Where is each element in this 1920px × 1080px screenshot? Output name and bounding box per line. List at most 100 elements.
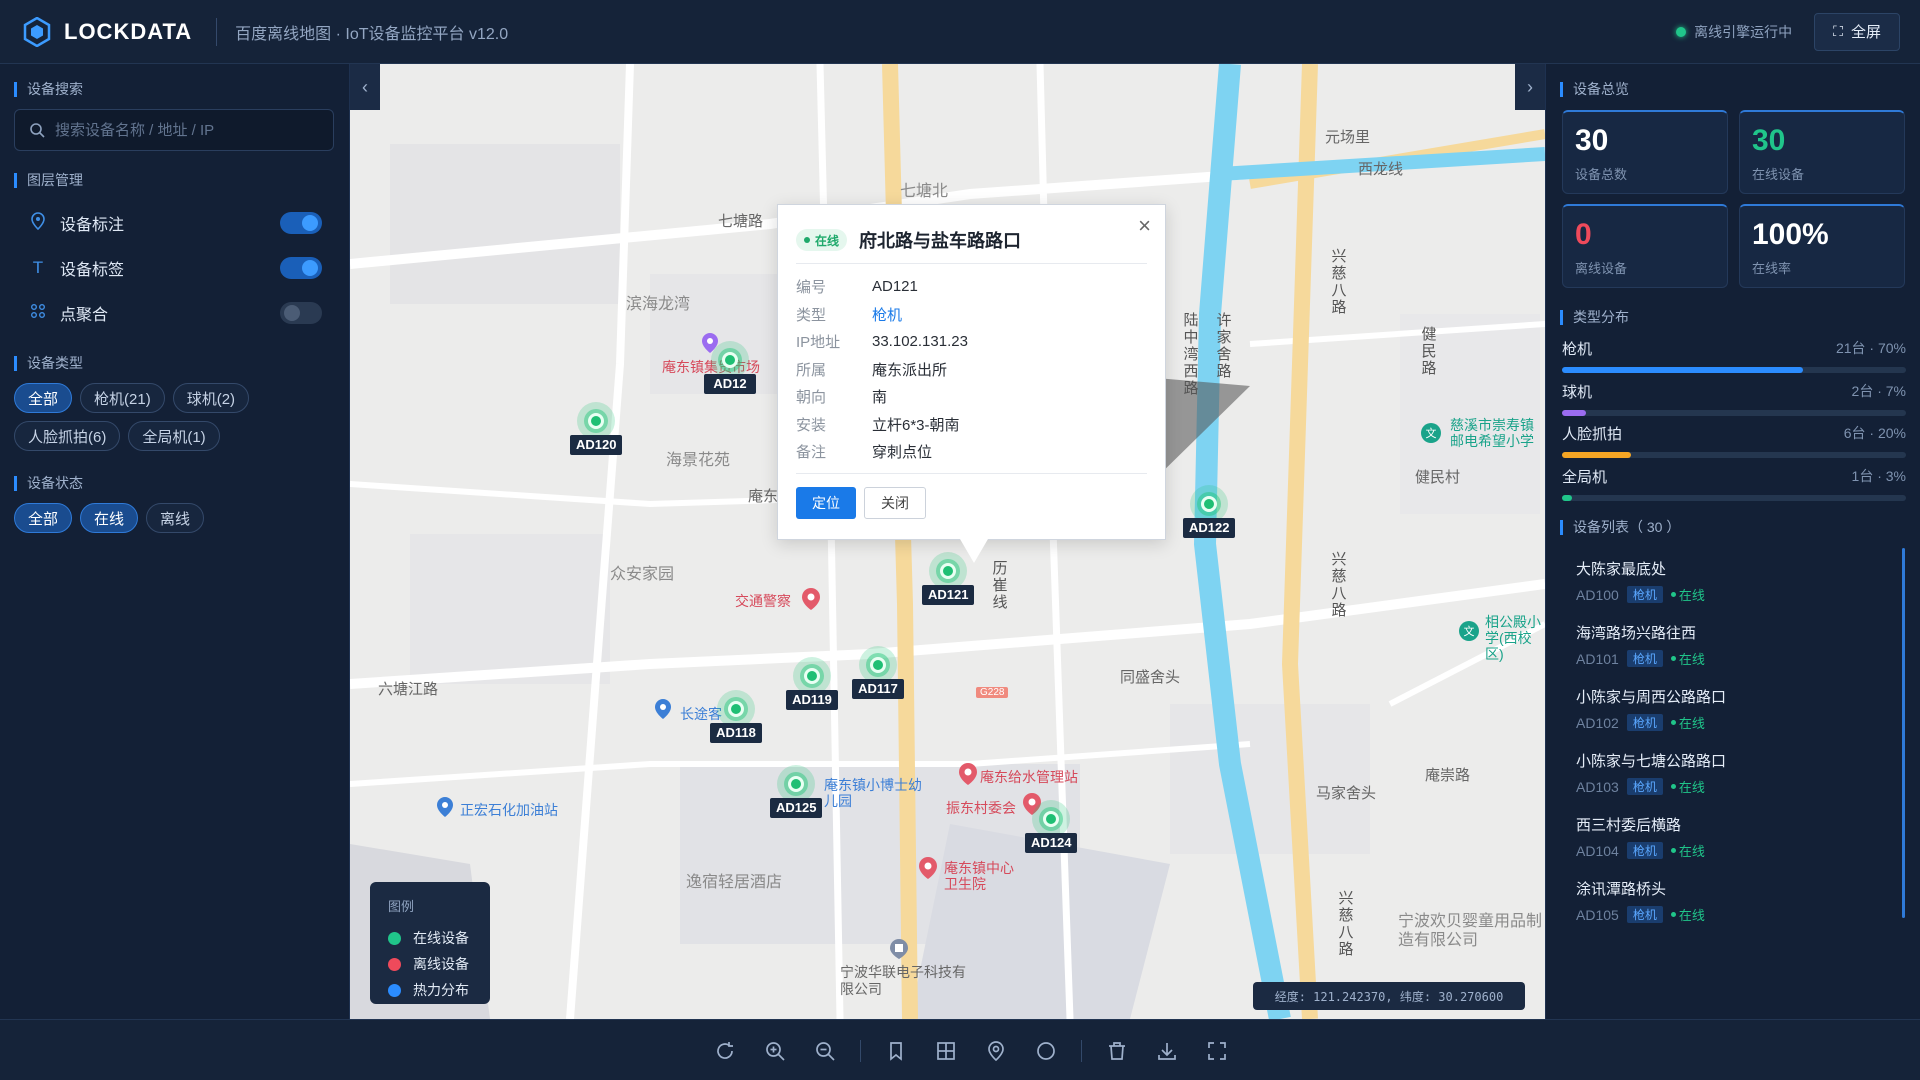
stat-total: 30 设备总数 bbox=[1562, 110, 1728, 194]
popup-value: AD121 bbox=[872, 278, 918, 296]
status-chip-offline[interactable]: 离线 bbox=[146, 503, 205, 533]
device-list-item[interactable]: 小陈家与七塘公路路口 AD103 枪机 在线 bbox=[1562, 740, 1902, 804]
device-code: AD101 bbox=[1576, 650, 1619, 667]
marker-dot bbox=[870, 657, 886, 673]
popup-actions: 定位 关闭 bbox=[796, 487, 926, 519]
popup-key: 备注 bbox=[796, 444, 827, 462]
refresh-button[interactable] bbox=[707, 1034, 743, 1068]
marker-dot bbox=[788, 776, 804, 792]
device-search-input[interactable] bbox=[55, 121, 315, 139]
popup-close-button[interactable]: 关闭 bbox=[864, 487, 926, 519]
device-marker-toggle[interactable] bbox=[280, 212, 322, 234]
download-button[interactable] bbox=[1149, 1034, 1185, 1068]
map-label: 宁波欢贝婴童用品制造有限公司 bbox=[1398, 913, 1543, 949]
device-list-item[interactable]: 涂讯潭路桥头 AD105 枪机 在线 bbox=[1562, 868, 1902, 932]
dist-bar bbox=[1562, 367, 1906, 373]
status-dot bbox=[1670, 912, 1676, 917]
stat-online-rate: 100% 在线率 bbox=[1739, 204, 1905, 288]
bookmark-button[interactable] bbox=[878, 1034, 914, 1068]
legend-label: 离线设备 bbox=[413, 956, 469, 972]
popup-key: 编号 bbox=[796, 279, 827, 297]
device-list-scrollbar[interactable] bbox=[1902, 548, 1905, 918]
collapse-left-button[interactable]: ‹ bbox=[350, 64, 380, 110]
stat-online: 30 在线设备 bbox=[1739, 110, 1905, 194]
type-chip-dome[interactable]: 球机(2) bbox=[172, 383, 250, 413]
page-subtitle: 百度离线地图 · IoT设备监控平台 v12.0 bbox=[235, 25, 509, 43]
dist-fill bbox=[1562, 452, 1631, 458]
popup-row: 朝向 南 bbox=[796, 383, 968, 411]
layers-section-title: 图层管理 bbox=[14, 173, 83, 188]
delete-button[interactable] bbox=[1099, 1034, 1135, 1068]
popup-key: IP地址 bbox=[796, 334, 841, 352]
header: LOCKDATA 百度离线地图 · IoT设备监控平台 v12.0 离线引擎运行… bbox=[0, 0, 1920, 64]
zoom-out-button[interactable] bbox=[807, 1034, 843, 1068]
marker-tag: AD119 bbox=[786, 690, 838, 710]
search-box bbox=[14, 109, 334, 151]
device-code: AD103 bbox=[1576, 778, 1619, 795]
popup-key: 所属 bbox=[796, 361, 827, 379]
type-filter-chips: 全部 枪机(21) 球机(2) 人脸抓拍(6) 全局机(1) bbox=[14, 383, 334, 451]
dist-value: 21台 · 70% bbox=[1835, 340, 1906, 356]
dist-bar bbox=[1562, 452, 1906, 458]
trash-icon bbox=[1109, 1042, 1125, 1060]
device-status: 在线 bbox=[1670, 585, 1705, 604]
stat-label: 在线率 bbox=[1752, 261, 1792, 276]
device-status-text: 在线 bbox=[1678, 652, 1705, 667]
refresh-icon bbox=[717, 1042, 733, 1059]
device-label-toggle[interactable] bbox=[280, 257, 322, 279]
popup-key: 类型 bbox=[796, 306, 827, 324]
circle-tool-button[interactable] bbox=[1028, 1034, 1064, 1068]
hexagon-logo-icon bbox=[23, 16, 51, 47]
dist-name: 全局机 bbox=[1562, 469, 1608, 486]
marker-dot bbox=[722, 352, 738, 368]
dist-name: 人脸抓拍 bbox=[1562, 426, 1623, 443]
status-dot bbox=[1670, 656, 1676, 661]
status-chip-all[interactable]: 全部 bbox=[14, 503, 73, 533]
fullscreen-button[interactable]: ⛶ 全屏 bbox=[1814, 12, 1900, 51]
poi-label: 振东村委会 bbox=[946, 800, 1016, 816]
device-list-item[interactable]: 海湾路场兴路往西 AD101 枪机 在线 bbox=[1562, 612, 1902, 676]
zoom-in-button[interactable] bbox=[757, 1034, 793, 1068]
type-chip-gun[interactable]: 枪机(21) bbox=[80, 383, 165, 413]
status-section-title: 设备状态 bbox=[14, 476, 83, 491]
type-chip-global[interactable]: 全局机(1) bbox=[128, 421, 220, 451]
cluster-toggle[interactable] bbox=[280, 302, 322, 324]
marker-tag: AD12 bbox=[704, 374, 756, 394]
map-label: 同盛舍头 bbox=[1120, 669, 1181, 686]
legend-label: 热力分布 bbox=[413, 982, 469, 998]
marker-tool-button[interactable] bbox=[978, 1034, 1014, 1068]
fit-view-button[interactable] bbox=[1199, 1034, 1235, 1068]
map-legend: 图例 在线设备 离线设备 热力分布 bbox=[370, 882, 490, 1004]
collapse-right-button[interactable]: › bbox=[1515, 64, 1545, 110]
popup-detail-rows: 编号 AD121 类型 枪机 IP地址 33.102.131.23 所属 庵东派出所 朝… bbox=[796, 273, 968, 466]
device-code: AD100 bbox=[1576, 586, 1619, 603]
device-list-item[interactable]: 大陈家最底处 AD100 枪机 在线 bbox=[1562, 548, 1902, 612]
popup-row: 编号 AD121 bbox=[796, 273, 968, 301]
locate-button[interactable]: 定位 bbox=[796, 487, 856, 519]
stat-offline: 0 离线设备 bbox=[1562, 204, 1728, 288]
marker-dot bbox=[588, 413, 604, 429]
stat-label: 在线设备 bbox=[1752, 167, 1805, 182]
popup-row: 类型 枪机 bbox=[796, 301, 968, 329]
type-chip-face[interactable]: 人脸抓拍(6) bbox=[14, 421, 121, 451]
device-list-item[interactable]: 西三村委后横路 AD104 枪机 在线 bbox=[1562, 804, 1902, 868]
device-list-item[interactable]: 小陈家与周西公路路口 AD102 枪机 在线 bbox=[1562, 676, 1902, 740]
popup-divider bbox=[796, 473, 1147, 474]
search-section-title: 设备搜索 bbox=[14, 82, 83, 97]
popup-type-link[interactable]: 枪机 bbox=[872, 304, 902, 325]
map-label: 庵东 bbox=[748, 488, 779, 505]
device-code: AD105 bbox=[1576, 906, 1619, 923]
type-chip-all[interactable]: 全部 bbox=[14, 383, 73, 413]
device-type-badge: 枪机 bbox=[1626, 778, 1663, 795]
stat-number: 30 bbox=[1575, 124, 1609, 157]
status-chip-online[interactable]: 在线 bbox=[80, 503, 139, 533]
close-icon[interactable]: × bbox=[1138, 213, 1151, 239]
grid-button[interactable] bbox=[928, 1034, 964, 1068]
layer-label: 设备标注 bbox=[60, 217, 125, 234]
device-name: 涂讯潭路桥头 bbox=[1576, 881, 1667, 898]
marker-tag: AD121 bbox=[922, 585, 975, 605]
marker-tag: AD122 bbox=[1183, 518, 1236, 538]
map-canvas[interactable]: ‹ › 七塘北 七塘路 滨海龙湾 海景花苑 庵东 众安家园 六塘江路 同盛舍头 … bbox=[350, 64, 1545, 1019]
marker-dot bbox=[940, 563, 956, 579]
road-label-vertical: 许家舍路 bbox=[1216, 312, 1232, 380]
